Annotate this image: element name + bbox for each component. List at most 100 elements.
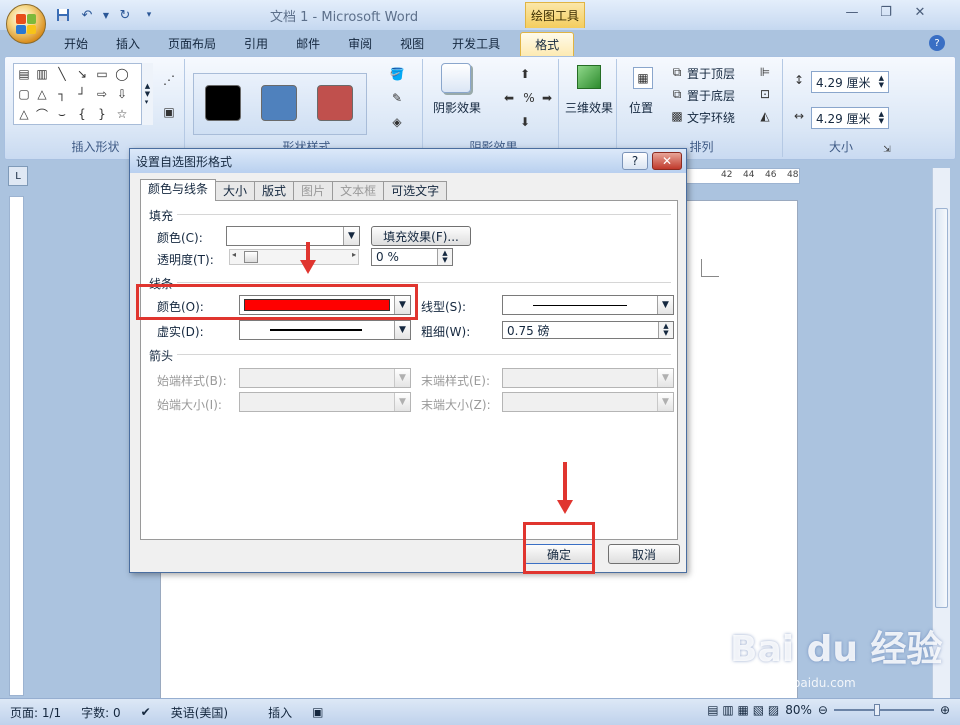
- customize-qat-icon[interactable]: ▾: [140, 6, 158, 24]
- view-layout-icons[interactable]: ▤ ▥ ▦ ▧ ▨: [707, 703, 779, 717]
- zoom-slider-thumb[interactable]: [873, 704, 880, 716]
- tab-size[interactable]: 大小: [215, 181, 256, 201]
- transparency-slider[interactable]: ◂ ▸: [229, 249, 359, 265]
- vertical-ruler[interactable]: [9, 196, 24, 696]
- chevron-down-icon[interactable]: ▼: [657, 296, 673, 314]
- close-window-icon[interactable]: ✕: [908, 4, 932, 20]
- office-button[interactable]: [6, 4, 46, 44]
- bring-front-icon[interactable]: ⧉: [669, 65, 685, 79]
- textbox-icon[interactable]: ▤: [16, 67, 32, 81]
- vertical-scrollbar[interactable]: [932, 168, 950, 698]
- left-brace-icon[interactable]: {: [74, 107, 90, 121]
- status-language[interactable]: 英语(美国): [161, 704, 238, 721]
- rounded-rect-icon[interactable]: ▢: [16, 87, 32, 101]
- zoom-out-icon[interactable]: ⊖: [818, 703, 828, 717]
- send-to-back-button[interactable]: 置于底层: [687, 87, 735, 104]
- size-dialog-launcher-icon[interactable]: ⇲: [879, 143, 895, 157]
- scribble-icon[interactable]: ⌣: [54, 107, 70, 121]
- spin-icon[interactable]: ▲ ▼: [658, 322, 673, 338]
- minimize-icon[interactable]: —: [840, 4, 864, 20]
- scrollbar-thumb[interactable]: [935, 208, 948, 608]
- cancel-button[interactable]: 取消: [608, 544, 680, 564]
- chevron-down-icon[interactable]: ▼: [343, 227, 359, 245]
- tab-home[interactable]: 开始: [50, 32, 102, 56]
- tab-developer[interactable]: 开发工具: [438, 32, 514, 56]
- vertical-textbox-icon[interactable]: ▥: [34, 67, 50, 81]
- group-icon[interactable]: ⊡: [757, 87, 773, 101]
- tab-references[interactable]: 引用: [230, 32, 282, 56]
- style-swatch-red[interactable]: [317, 85, 353, 121]
- zoom-slider[interactable]: [833, 704, 934, 716]
- star-icon[interactable]: ☆: [114, 107, 130, 121]
- send-back-icon[interactable]: ⧉: [669, 87, 685, 101]
- text-wrap-icon[interactable]: ▩: [669, 109, 685, 123]
- nudge-left-icon[interactable]: ⬅: [501, 91, 517, 105]
- edit-shape-icon[interactable]: ⋰: [161, 73, 177, 87]
- three-d-effects-button[interactable]: 三维效果: [565, 99, 613, 116]
- tab-page-layout[interactable]: 页面布局: [154, 32, 230, 56]
- position-icon[interactable]: ▦: [633, 67, 653, 89]
- nudge-up-icon[interactable]: ⬆: [517, 67, 533, 81]
- add-text-icon[interactable]: ▣: [161, 105, 177, 119]
- nudge-right-icon[interactable]: ➡: [539, 91, 555, 105]
- status-words[interactable]: 字数: 0: [71, 704, 131, 721]
- elbow-connector-icon[interactable]: ┐: [54, 87, 70, 101]
- tab-mailings[interactable]: 邮件: [282, 32, 334, 56]
- restore-icon[interactable]: ❐: [874, 4, 898, 20]
- align-icon[interactable]: ⊫: [757, 65, 773, 79]
- slider-thumb[interactable]: [244, 251, 258, 263]
- nudge-down-icon[interactable]: ⬇: [517, 115, 533, 129]
- width-spin-icon[interactable]: ▲ ▼: [879, 111, 884, 125]
- help-icon[interactable]: ?: [929, 35, 945, 51]
- height-spin-icon[interactable]: ▲ ▼: [879, 75, 884, 89]
- shadow-effects-icon[interactable]: [441, 63, 471, 93]
- elbow-arrow-icon[interactable]: ┘: [74, 87, 90, 101]
- right-brace-icon[interactable]: }: [94, 107, 110, 121]
- dropdown-arrow-icon[interactable]: ▼: [102, 6, 110, 24]
- transparency-input[interactable]: 0 % ▲ ▼: [371, 248, 453, 266]
- down-arrow-icon[interactable]: ⇩: [114, 87, 130, 101]
- rectangle-icon[interactable]: ▭: [94, 67, 110, 81]
- shadow-effects-button[interactable]: 阴影效果: [433, 99, 481, 116]
- shape-width-input[interactable]: 4.29 厘米 ▲ ▼: [811, 107, 889, 129]
- line-style-select[interactable]: ▼: [502, 295, 674, 315]
- question-icon[interactable]: ?: [622, 152, 648, 170]
- arrow-line-icon[interactable]: ↘: [74, 67, 90, 81]
- slider-left-icon[interactable]: ◂: [232, 250, 236, 259]
- style-swatch-blue[interactable]: [261, 85, 297, 121]
- tab-alt-text[interactable]: 可选文字: [383, 181, 448, 201]
- shapes-gallery[interactable]: ▤ ▥ ╲ ↘ ▭ ◯ ▢ △ ┐ ┘ ⇨ ⇩ △ ⌒ ⌣ { } ☆: [13, 63, 153, 125]
- gallery-scroll[interactable]: ▲ ▼ ▾: [141, 63, 153, 125]
- tab-view[interactable]: 视图: [386, 32, 438, 56]
- bring-to-front-button[interactable]: 置于顶层: [687, 65, 735, 82]
- shadow-toggle-icon[interactable]: %: [521, 91, 537, 105]
- text-wrapping-button[interactable]: 文字环绕: [687, 109, 735, 126]
- curve-icon[interactable]: ⌒: [34, 107, 50, 122]
- redo-icon[interactable]: ↻: [116, 6, 134, 24]
- tab-colors-lines[interactable]: 颜色与线条: [140, 179, 217, 201]
- status-page[interactable]: 页面: 1/1: [0, 704, 71, 721]
- slider-right-icon[interactable]: ▸: [352, 250, 356, 259]
- freeform-icon[interactable]: △: [16, 107, 32, 121]
- change-shape-icon[interactable]: ◈: [389, 115, 405, 129]
- fill-color-select[interactable]: ▼: [226, 226, 360, 246]
- three-d-effects-icon[interactable]: [577, 65, 601, 89]
- position-button[interactable]: 位置: [629, 99, 653, 116]
- macro-record-icon[interactable]: ▣: [302, 705, 333, 719]
- ruler-tab-selector[interactable]: L: [8, 166, 28, 186]
- style-swatch-black[interactable]: [205, 85, 241, 121]
- dash-select[interactable]: ▼: [239, 320, 411, 340]
- right-arrow-icon[interactable]: ⇨: [94, 87, 110, 101]
- undo-icon[interactable]: ↶: [78, 6, 96, 24]
- zoom-in-icon[interactable]: ⊕: [940, 703, 950, 717]
- spin-icon[interactable]: ▲ ▼: [437, 249, 452, 265]
- oval-icon[interactable]: ◯: [114, 67, 130, 81]
- shape-height-input[interactable]: 4.29 厘米 ▲ ▼: [811, 71, 889, 93]
- shape-fill-icon[interactable]: 🪣: [389, 67, 405, 81]
- tab-review[interactable]: 审阅: [334, 32, 386, 56]
- weight-input[interactable]: 0.75 磅 ▲ ▼: [502, 321, 674, 339]
- fill-effects-button[interactable]: 填充效果(F)...: [371, 226, 471, 246]
- shape-outline-icon[interactable]: ✎: [389, 91, 405, 105]
- triangle-icon[interactable]: △: [34, 87, 50, 101]
- status-mode[interactable]: 插入: [258, 704, 302, 721]
